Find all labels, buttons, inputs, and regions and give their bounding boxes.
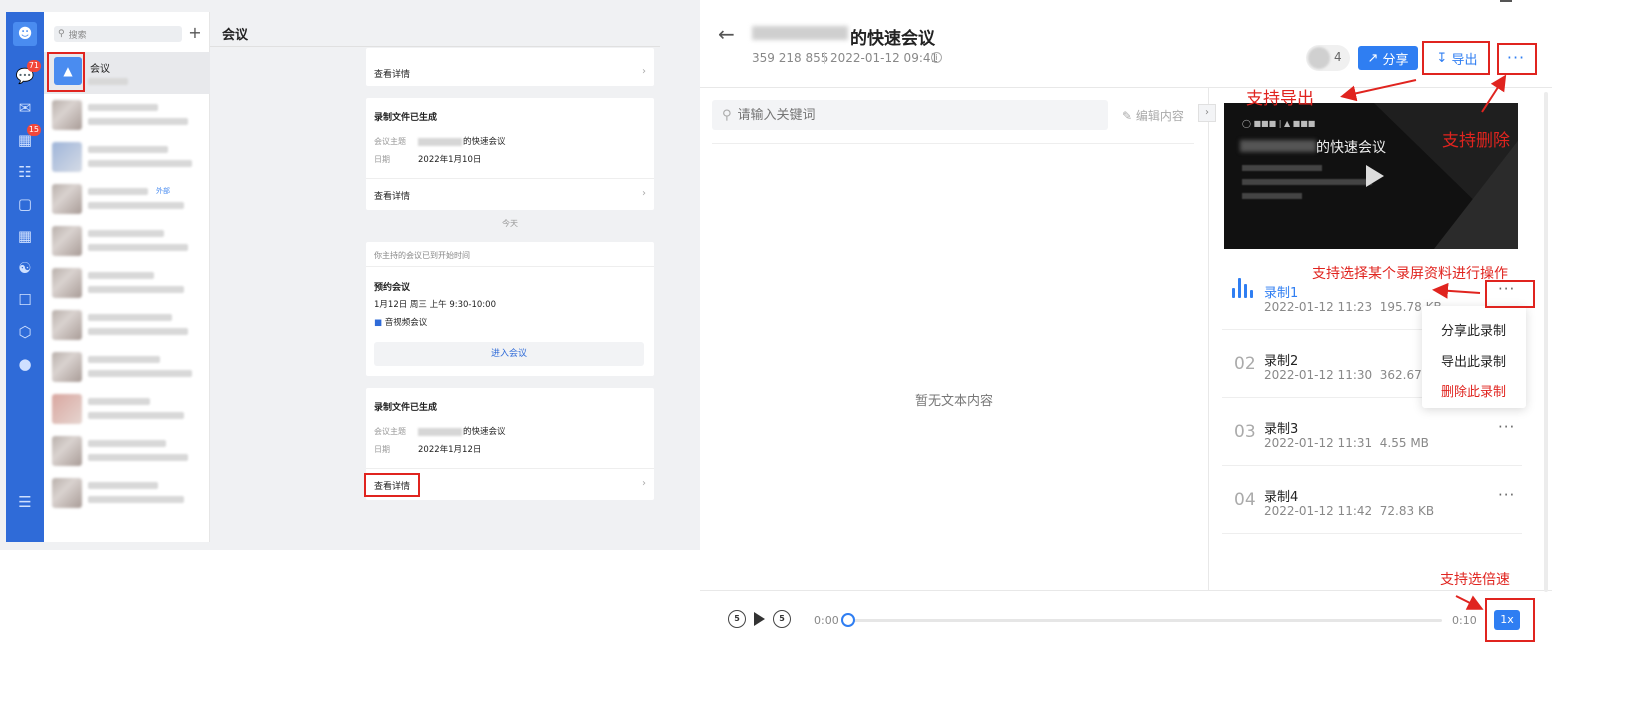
arrow-to-more bbox=[1481, 74, 1507, 113]
arrow-to-export bbox=[1340, 79, 1417, 102]
arrow-to-recording-more bbox=[1432, 282, 1481, 299]
annotation-arrows bbox=[1340, 74, 1507, 610]
arrow-to-speed bbox=[1455, 595, 1484, 610]
